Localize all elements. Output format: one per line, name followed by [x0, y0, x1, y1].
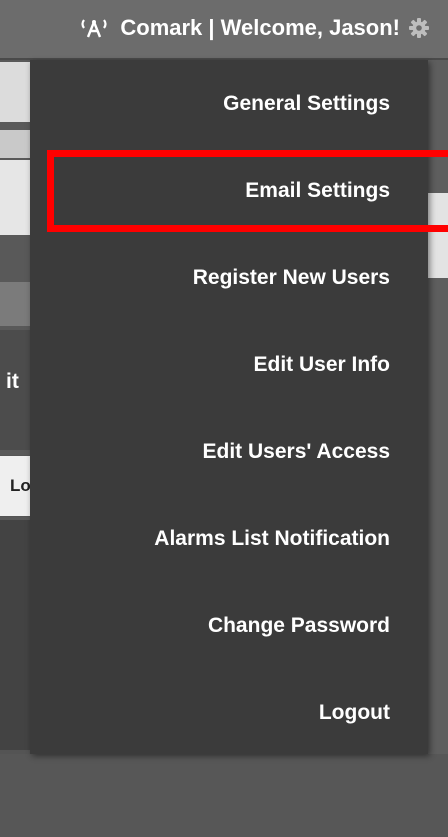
menu-item-register-new-users[interactable]: Register New Users: [30, 234, 428, 321]
menu-item-email-settings[interactable]: Email Settings: [30, 147, 428, 234]
menu-item-change-password[interactable]: Change Password: [30, 582, 428, 669]
underlying-panel: [0, 520, 30, 750]
underlying-text-fragment: Lo: [10, 476, 31, 495]
welcome-title: Comark | Welcome, Jason!: [120, 15, 400, 40]
app-frame: it Lo Comark | Welcome, Jason! General S…: [0, 0, 448, 837]
underlying-page-bottom: [0, 754, 448, 837]
underlying-text-fragment: it: [6, 370, 19, 393]
menu-item-edit-user-info[interactable]: Edit User Info: [30, 321, 428, 408]
underlying-panel: [428, 193, 448, 278]
menu-item-edit-users-access[interactable]: Edit Users' Access: [30, 408, 428, 495]
menu-item-general-settings[interactable]: General Settings: [30, 60, 428, 147]
settings-dropdown-menu: General Settings Email Settings Register…: [30, 60, 428, 754]
menu-item-alarms-list-notification[interactable]: Alarms List Notification: [30, 495, 428, 582]
underlying-panel: [0, 62, 30, 122]
menu-item-logout[interactable]: Logout: [30, 669, 428, 756]
underlying-page-right-edge: [428, 60, 448, 837]
antenna-icon: [80, 17, 108, 39]
top-header-bar: Comark | Welcome, Jason!: [0, 0, 448, 60]
gear-icon[interactable]: [408, 17, 430, 39]
underlying-panel: [0, 130, 30, 158]
user-menu-trigger[interactable]: Comark | Welcome, Jason!: [80, 15, 430, 41]
underlying-panel: [0, 160, 30, 235]
underlying-panel: [0, 282, 30, 326]
